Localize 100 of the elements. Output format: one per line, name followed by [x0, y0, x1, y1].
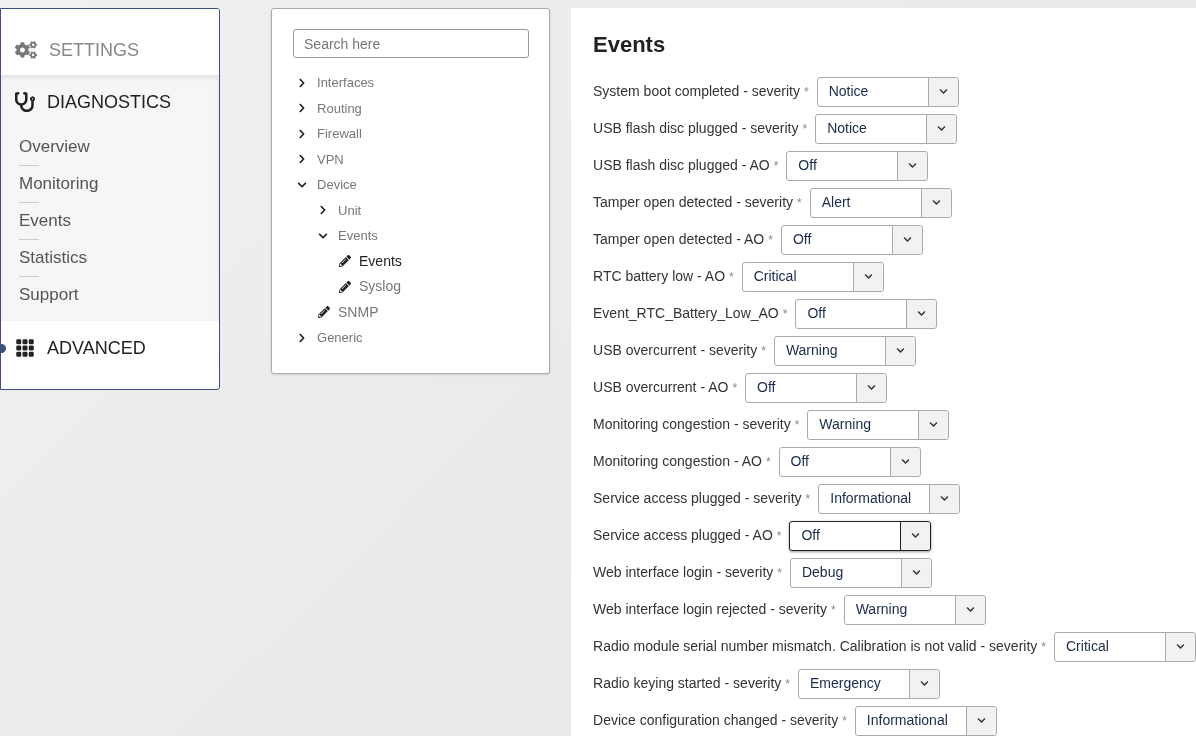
- select-value: Warning: [784, 341, 839, 360]
- select-value: Critical: [1065, 637, 1110, 656]
- dropdown-toggle[interactable]: [891, 225, 922, 254]
- tree-item[interactable]: Events: [338, 226, 378, 246]
- field-label: Radio module serial number mismatch. Calibration is not valid - severity: [593, 637, 1038, 656]
- select-value: Alert: [820, 193, 852, 212]
- required-mark: *: [765, 453, 771, 471]
- nav-link[interactable]: Monitoring: [19, 166, 220, 202]
- severity-select[interactable]: Critical: [741, 261, 884, 292]
- tree-item[interactable]: Firewall: [317, 124, 362, 144]
- select-value: Off: [800, 526, 821, 545]
- nav-link[interactable]: Statistics: [19, 240, 220, 276]
- required-mark: *: [732, 379, 738, 397]
- chevron-down-icon: [911, 531, 921, 540]
- page-title: Events: [593, 31, 667, 59]
- tree-item[interactable]: VPN: [317, 149, 344, 169]
- select-value: Notice: [827, 82, 870, 101]
- severity-select[interactable]: Off: [786, 150, 929, 181]
- chevron-down-icon: [917, 309, 927, 318]
- required-mark: *: [831, 601, 836, 619]
- severity-select[interactable]: Notice: [815, 113, 958, 144]
- tree-item[interactable]: Routing: [317, 98, 362, 118]
- dropdown-toggle[interactable]: [920, 188, 951, 217]
- required-mark: *: [797, 194, 802, 212]
- severity-select[interactable]: Alert: [809, 187, 952, 218]
- dropdown-toggle[interactable]: [909, 669, 939, 698]
- severity-select[interactable]: Notice: [816, 76, 959, 107]
- search-field[interactable]: Search here: [293, 29, 530, 58]
- required-mark: *: [777, 564, 782, 582]
- dropdown-toggle[interactable]: [1165, 632, 1195, 661]
- dropdown-toggle[interactable]: [918, 410, 949, 439]
- dropdown-toggle[interactable]: [926, 114, 957, 143]
- dropdown-toggle[interactable]: [884, 336, 915, 365]
- section-link[interactable]: SETTINGS: [49, 36, 139, 64]
- nav-link[interactable]: Events: [19, 203, 220, 239]
- chevron-down-icon: [938, 87, 948, 96]
- dropdown-toggle[interactable]: [900, 521, 931, 550]
- pencil-icon: [339, 255, 352, 268]
- required-mark: *: [729, 268, 734, 286]
- nav-link[interactable]: Support: [19, 277, 220, 313]
- chevron-down-icon: [931, 198, 941, 207]
- tree-item[interactable]: Syslog: [359, 276, 402, 298]
- tree-item[interactable]: Device: [317, 175, 357, 195]
- tree-item[interactable]: Interfaces: [317, 73, 375, 93]
- field-label: RTC battery low - AO: [593, 267, 726, 286]
- dropdown-toggle[interactable]: [897, 151, 928, 180]
- severity-select[interactable]: Warning: [843, 594, 986, 625]
- select-value: Debug: [800, 563, 845, 582]
- tree-item[interactable]: Generic: [317, 328, 363, 348]
- chevron-down-icon[interactable]: [297, 179, 308, 190]
- severity-select[interactable]: Emergency: [798, 668, 940, 699]
- pencil-icon: [318, 306, 331, 319]
- severity-select[interactable]: Off: [795, 298, 938, 329]
- chevron-down-icon: [976, 716, 986, 725]
- select-value: Off: [797, 156, 818, 175]
- severity-select[interactable]: Critical: [1054, 631, 1196, 662]
- chevron-down-icon[interactable]: [318, 230, 329, 241]
- select-value: Informational: [865, 711, 949, 730]
- severity-select[interactable]: Off: [778, 446, 921, 477]
- field-label: USB flash disc plugged - AO: [593, 156, 770, 175]
- dropdown-toggle[interactable]: [954, 595, 985, 624]
- section-link[interactable]: ADVANCED: [47, 334, 146, 362]
- severity-select[interactable]: Warning: [773, 335, 916, 366]
- select-value: Informational: [829, 489, 913, 508]
- required-mark: *: [773, 157, 779, 175]
- dropdown-toggle[interactable]: [900, 558, 931, 587]
- section-link[interactable]: DIAGNOSTICS: [47, 88, 171, 116]
- tree-item[interactable]: Unit: [338, 200, 362, 220]
- dropdown-toggle[interactable]: [929, 484, 960, 513]
- required-mark: *: [768, 231, 773, 249]
- dropdown-toggle[interactable]: [889, 447, 920, 476]
- tree-item[interactable]: Events: [359, 250, 402, 272]
- pencil-icon: [339, 280, 352, 293]
- chevron-down-icon: [902, 235, 912, 244]
- select-value: Critical: [752, 267, 798, 286]
- tree-item[interactable]: SNMP: [338, 301, 379, 323]
- chevron-down-icon: [895, 346, 905, 355]
- field-label: System boot completed - severity: [593, 82, 800, 101]
- field-label: Monitoring congestion - AO: [593, 452, 762, 471]
- chevron-down-icon: [908, 161, 918, 170]
- severity-select[interactable]: Informational: [854, 705, 997, 736]
- severity-select[interactable]: Off: [745, 372, 888, 403]
- severity-select[interactable]: Off: [780, 224, 923, 255]
- nav-link[interactable]: Overview: [19, 129, 220, 165]
- field-label: USB overcurrent - AO: [593, 378, 729, 397]
- severity-select[interactable]: Warning: [807, 409, 950, 440]
- dropdown-toggle[interactable]: [927, 77, 958, 106]
- dropdown-toggle[interactable]: [965, 706, 996, 735]
- severity-select[interactable]: Informational: [818, 483, 961, 514]
- chevron-down-icon: [940, 494, 950, 503]
- required-mark: *: [805, 490, 811, 508]
- severity-select[interactable]: Debug: [789, 557, 932, 588]
- chevron-down-icon: [863, 272, 873, 281]
- dropdown-toggle[interactable]: [856, 373, 887, 402]
- required-mark: *: [842, 712, 847, 730]
- field-label: Web interface login rejected - severity: [593, 600, 827, 619]
- dropdown-toggle[interactable]: [852, 262, 883, 291]
- chevron-down-icon: [965, 605, 975, 614]
- dropdown-toggle[interactable]: [906, 299, 937, 328]
- severity-select[interactable]: Off: [789, 520, 932, 551]
